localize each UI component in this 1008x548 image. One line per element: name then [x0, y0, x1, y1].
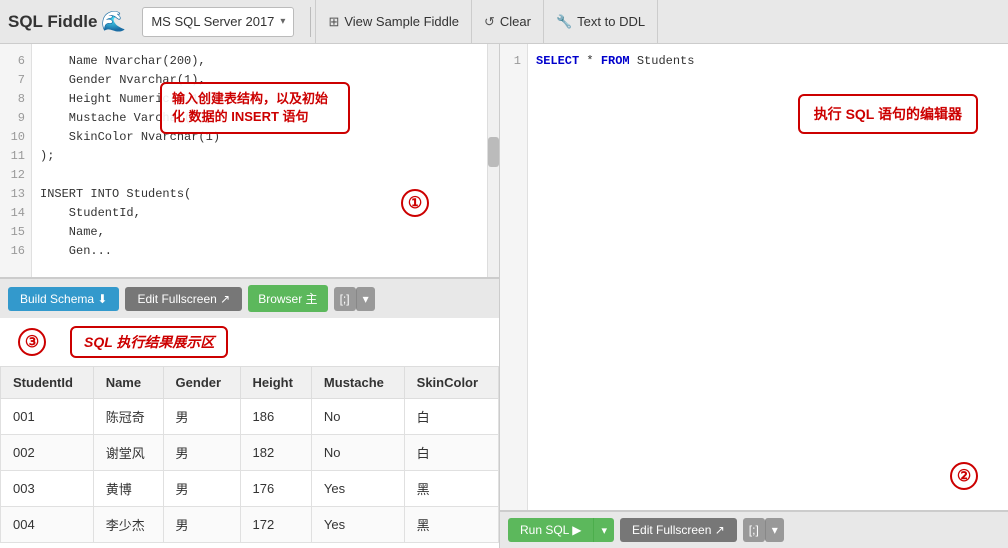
- table-cell: 186: [240, 399, 311, 435]
- table-row: 002谢堂风男182No白: [1, 435, 499, 471]
- build-schema-label: Build Schema ⬇: [20, 292, 107, 306]
- results-table: StudentIdNameGenderHeightMustacheSkinCol…: [0, 366, 499, 543]
- sql-select-kw: SELECT: [536, 54, 579, 68]
- text-to-ddl-button[interactable]: 🔧 Text to DDL: [544, 0, 658, 44]
- browser-button[interactable]: Browser 主: [248, 285, 327, 312]
- edit-fullscreen-button-left[interactable]: Edit Fullscreen ↗: [125, 287, 242, 311]
- sql-table: Students: [637, 54, 695, 68]
- column-header: SkinColor: [404, 367, 498, 399]
- wrench-icon: 🔧: [556, 14, 572, 30]
- clear-button[interactable]: ↺ Clear: [472, 0, 544, 44]
- column-header: Gender: [163, 367, 240, 399]
- line-numbers: 678910111213141516: [0, 44, 32, 277]
- browser-label: Browser 主: [258, 290, 317, 307]
- semicolon-group: [;] ▾: [334, 287, 375, 311]
- column-header: Name: [93, 367, 163, 399]
- main-area: 678910111213141516 Name Nvarchar(200), G…: [0, 44, 1008, 548]
- table-cell: 男: [163, 399, 240, 435]
- table-row: 001陈冠奇男186No白: [1, 399, 499, 435]
- right-buttons: Run SQL ▶ ▾ Edit Fullscreen ↗ [;] ▾: [500, 511, 1008, 548]
- clear-label: Clear: [500, 14, 531, 29]
- logo-text: SQL Fiddle: [8, 12, 97, 32]
- table-row: 004李少杰男172Yes黑: [1, 507, 499, 543]
- run-chevron-icon: ▾: [601, 525, 607, 537]
- line-num-1: 1: [506, 52, 521, 71]
- table-cell: 李少杰: [93, 507, 163, 543]
- semicolon-chevron-right[interactable]: ▾: [765, 518, 784, 542]
- left-editor-area: 678910111213141516 Name Nvarchar(200), G…: [0, 44, 499, 278]
- chevron-down-icon-right: ▾: [772, 523, 778, 537]
- db-selector-label: MS SQL Server 2017: [151, 14, 274, 29]
- logo: SQL Fiddle 🌊: [8, 9, 138, 34]
- left-buttons: Build Schema ⬇ Edit Fullscreen ↗ Browser…: [0, 278, 499, 318]
- db-selector[interactable]: MS SQL Server 2017 ▾: [142, 7, 294, 37]
- edit-fullscreen-label-left: Edit Fullscreen ↗: [137, 292, 230, 306]
- semicolon-group-right: [;] ▾: [743, 518, 784, 542]
- sql-editor[interactable]: 1 SELECT * FROM Students 执行 SQL 语句的编辑器 ②: [500, 44, 1008, 511]
- run-sql-dropdown[interactable]: ▾: [593, 518, 614, 542]
- refresh-icon: ↺: [484, 14, 495, 30]
- text-to-ddl-label: Text to DDL: [577, 14, 645, 29]
- table-cell: No: [311, 435, 404, 471]
- sql-code-content[interactable]: SELECT * FROM Students: [528, 44, 1008, 510]
- sql-star: *: [586, 54, 600, 68]
- semicolon-chevron[interactable]: ▾: [356, 287, 375, 311]
- right-line-numbers: 1: [500, 44, 528, 510]
- toolbar: SQL Fiddle 🌊 MS SQL Server 2017 ▾ ⊞ View…: [0, 0, 1008, 44]
- run-sql-label: Run SQL ▶: [520, 523, 581, 537]
- table-cell: 陈冠奇: [93, 399, 163, 435]
- chevron-down-icon: ▾: [280, 16, 285, 27]
- table-cell: Yes: [311, 507, 404, 543]
- column-header: Mustache: [311, 367, 404, 399]
- semicolon-button-right[interactable]: [;]: [743, 518, 765, 542]
- table-cell: 182: [240, 435, 311, 471]
- table-cell: 黄博: [93, 471, 163, 507]
- left-panel: 678910111213141516 Name Nvarchar(200), G…: [0, 44, 500, 548]
- table-cell: 谢堂风: [93, 435, 163, 471]
- semicolon-button[interactable]: [;]: [334, 287, 356, 311]
- grid-icon: ⊞: [328, 14, 339, 30]
- run-sql-group: Run SQL ▶ ▾: [508, 518, 614, 542]
- table-cell: 003: [1, 471, 94, 507]
- edit-fullscreen-button-right[interactable]: Edit Fullscreen ↗: [620, 518, 737, 542]
- results-area: SQL 执行结果展示区 ③ StudentIdNameGenderHeightM…: [0, 318, 499, 548]
- logo-icon: 🌊: [101, 9, 126, 34]
- table-cell: 黑: [404, 507, 498, 543]
- column-header: Height: [240, 367, 311, 399]
- results-label: SQL 执行结果展示区: [70, 326, 228, 358]
- table-cell: 男: [163, 471, 240, 507]
- edit-fullscreen-label-right: Edit Fullscreen ↗: [632, 523, 725, 537]
- table-cell: 男: [163, 507, 240, 543]
- table-cell: 男: [163, 435, 240, 471]
- table-cell: Yes: [311, 471, 404, 507]
- scrollbar[interactable]: [487, 44, 499, 277]
- table-cell: 002: [1, 435, 94, 471]
- view-sample-button[interactable]: ⊞ View Sample Fiddle: [315, 0, 472, 44]
- results-table-wrap: StudentIdNameGenderHeightMustacheSkinCol…: [0, 366, 499, 543]
- table-cell: No: [311, 399, 404, 435]
- chevron-down-icon-semi: ▾: [363, 292, 369, 306]
- table-cell: 黑: [404, 471, 498, 507]
- schema-editor[interactable]: 678910111213141516 Name Nvarchar(200), G…: [0, 44, 499, 278]
- table-cell: 白: [404, 435, 498, 471]
- table-cell: 176: [240, 471, 311, 507]
- semicolon-label-right: [;]: [749, 523, 759, 537]
- table-row: 003黄博男176Yes黑: [1, 471, 499, 507]
- run-sql-button[interactable]: Run SQL ▶: [508, 518, 593, 542]
- schema-code[interactable]: Name Nvarchar(200), Gender Nvarchar(1), …: [32, 44, 487, 277]
- table-cell: 004: [1, 507, 94, 543]
- right-panel: 1 SELECT * FROM Students 执行 SQL 语句的编辑器 ②…: [500, 44, 1008, 548]
- view-sample-label: View Sample Fiddle: [344, 14, 459, 29]
- semicolon-label: [;]: [340, 292, 350, 306]
- column-header: StudentId: [1, 367, 94, 399]
- circle-3: ③: [18, 328, 46, 356]
- toolbar-divider: [310, 7, 311, 37]
- table-cell: 172: [240, 507, 311, 543]
- sql-from-kw: FROM: [601, 54, 630, 68]
- table-cell: 白: [404, 399, 498, 435]
- table-cell: 001: [1, 399, 94, 435]
- build-schema-button[interactable]: Build Schema ⬇: [8, 287, 119, 311]
